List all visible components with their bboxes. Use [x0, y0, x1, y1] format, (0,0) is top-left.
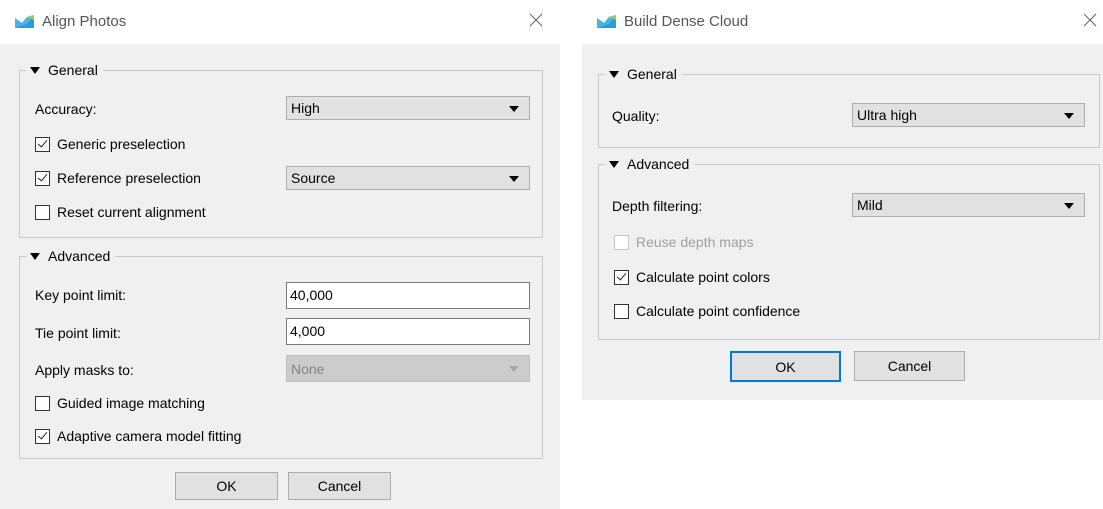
accuracy-label: Accuracy: — [35, 101, 97, 117]
group-legend-label: Advanced — [627, 156, 690, 172]
quality-value: Ultra high — [857, 107, 917, 123]
checkbox-box[interactable] — [35, 395, 50, 411]
depth-filtering-value: Mild — [857, 197, 883, 213]
metashape-app-icon — [15, 15, 34, 28]
depth-filtering-dropdown[interactable]: Mild — [852, 193, 1085, 217]
checkbox-box[interactable] — [35, 428, 50, 444]
checkbox-label: Reuse depth maps — [636, 234, 754, 250]
key-point-limit-label: Key point limit: — [35, 287, 127, 303]
dropdown-arrow-icon — [1064, 113, 1074, 119]
tie-point-limit-label: Tie point limit: — [35, 325, 121, 341]
generic-preselection-checkbox[interactable]: Generic preselection — [35, 136, 185, 152]
checkbox-box[interactable] — [35, 136, 50, 152]
adaptive-fitting-checkbox[interactable]: Adaptive camera model fitting — [35, 428, 241, 444]
close-icon[interactable] — [525, 9, 547, 31]
collapse-triangle-icon — [609, 71, 619, 78]
checkbox-box[interactable] — [35, 170, 50, 186]
group-legend-label: Advanced — [48, 248, 111, 264]
group-legend-label: General — [48, 62, 98, 78]
cancel-button[interactable]: Cancel — [854, 351, 965, 381]
dropdown-arrow-icon — [509, 366, 519, 372]
guided-matching-checkbox[interactable]: Guided image matching — [35, 395, 205, 411]
apply-masks-label: Apply masks to: — [35, 362, 134, 378]
apply-masks-dropdown: None — [286, 355, 530, 382]
close-icon[interactable] — [1079, 9, 1101, 31]
cancel-button[interactable]: Cancel — [288, 472, 391, 500]
depth-filtering-label: Depth filtering: — [612, 198, 703, 214]
checkbox-box[interactable] — [614, 303, 629, 319]
key-point-limit-field[interactable] — [286, 282, 530, 309]
align-photos-dialog: Align Photos General Accuracy: High Gene… — [0, 0, 560, 509]
reset-alignment-checkbox[interactable]: Reset current alignment — [35, 204, 206, 220]
checkbox-label: Guided image matching — [57, 395, 205, 411]
accuracy-dropdown[interactable]: High — [286, 96, 530, 120]
ok-button[interactable]: OK — [730, 351, 841, 382]
key-point-limit-input[interactable] — [290, 287, 490, 303]
group-legend-label: General — [627, 66, 677, 82]
dialog-title: Align Photos — [42, 13, 127, 30]
checkbox-box — [614, 234, 629, 250]
tie-point-limit-field[interactable] — [286, 318, 530, 345]
checkbox-box[interactable] — [614, 269, 629, 285]
collapse-triangle-icon — [609, 161, 619, 168]
checkbox-label: Calculate point confidence — [636, 303, 801, 319]
quality-label: Quality: — [612, 108, 660, 124]
checkbox-label: Reset current alignment — [57, 204, 206, 220]
calculate-point-confidence-checkbox[interactable]: Calculate point confidence — [614, 303, 800, 319]
title-bar: Align Photos — [0, 0, 560, 44]
dropdown-arrow-icon — [509, 106, 519, 112]
dialog-title: Build Dense Cloud — [624, 13, 749, 30]
checkbox-label: Calculate point colors — [636, 269, 770, 285]
apply-masks-value: None — [291, 361, 325, 377]
reference-preselection-checkbox[interactable]: Reference preselection — [35, 170, 201, 186]
general-group-header[interactable]: General — [605, 65, 682, 83]
general-group-header[interactable]: General — [26, 61, 103, 79]
advanced-group-header[interactable]: Advanced — [605, 155, 695, 173]
advanced-group-header[interactable]: Advanced — [26, 247, 116, 265]
reference-preselection-dropdown[interactable]: Source — [286, 166, 530, 190]
tie-point-limit-input[interactable] — [290, 323, 490, 339]
dropdown-arrow-icon — [509, 176, 519, 182]
metashape-app-icon — [597, 15, 616, 28]
calculate-point-colors-checkbox[interactable]: Calculate point colors — [614, 269, 770, 285]
checkbox-label: Generic preselection — [57, 136, 186, 152]
collapse-triangle-icon — [30, 67, 40, 74]
dropdown-arrow-icon — [1064, 203, 1074, 209]
checkbox-label: Reference preselection — [57, 170, 201, 186]
reference-preselection-value: Source — [291, 170, 336, 186]
accuracy-value: High — [291, 100, 320, 116]
ok-button[interactable]: OK — [175, 472, 278, 500]
checkbox-label: Adaptive camera model fitting — [57, 428, 242, 444]
collapse-triangle-icon — [30, 253, 40, 260]
reuse-depth-maps-checkbox: Reuse depth maps — [614, 234, 754, 250]
quality-dropdown[interactable]: Ultra high — [852, 103, 1085, 127]
checkbox-box[interactable] — [35, 204, 50, 220]
title-bar: Build Dense Cloud — [582, 0, 1103, 44]
build-dense-cloud-dialog: Build Dense Cloud General Quality: Ultra… — [582, 0, 1103, 400]
